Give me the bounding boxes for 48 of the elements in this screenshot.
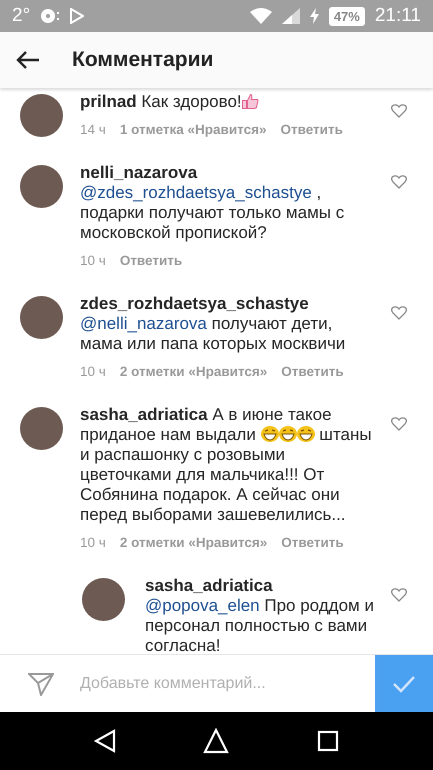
temperature: 2°	[12, 5, 30, 27]
mention-link[interactable]: @nelli_nazarova	[80, 314, 207, 333]
disc-icon	[40, 8, 60, 24]
comment-text: zdes_rozhdaetsya_schastye @nelli_nazarova получают дети, мама или папа которых москвичи	[80, 294, 346, 354]
avatar[interactable]	[82, 578, 125, 621]
avatar[interactable]	[20, 94, 63, 137]
thumbs-up-icon	[242, 94, 259, 109]
home-icon[interactable]	[203, 728, 230, 754]
comment-input[interactable]: Добавьте комментарий...	[78, 674, 375, 694]
laughing-emoji-icon	[296, 426, 315, 442]
play-store-icon	[70, 8, 84, 24]
signal-icon	[282, 8, 300, 24]
reply-link[interactable]: Ответить	[281, 535, 344, 550]
likes-count[interactable]: 1 отметка «Нравится»	[120, 122, 266, 137]
heart-icon[interactable]	[391, 588, 407, 602]
clock: 21:11	[374, 5, 421, 27]
mention-link[interactable]: @zdes_rozhdaetsya_schastye	[80, 183, 312, 202]
laughing-emoji-icon	[278, 426, 297, 442]
avatar[interactable]	[20, 407, 63, 450]
laughing-emoji-icon	[260, 426, 279, 442]
check-icon	[392, 674, 416, 692]
heart-icon[interactable]	[391, 104, 407, 118]
comment-text: prilnad Как здорово!	[80, 92, 377, 112]
comment-time: 10 ч	[80, 364, 106, 379]
comment-time: 14 ч	[80, 122, 106, 137]
heart-icon[interactable]	[391, 306, 407, 320]
reply-link[interactable]: Ответить	[280, 122, 343, 137]
page-title: Комментарии	[72, 48, 214, 72]
comment-time: 10 ч	[80, 253, 106, 268]
wifi-icon	[250, 8, 272, 24]
avatar[interactable]	[20, 165, 63, 208]
avatar[interactable]	[20, 296, 63, 339]
likes-count[interactable]: 2 отметки «Нравится»	[120, 364, 268, 379]
heart-icon[interactable]	[391, 175, 407, 189]
comment-text: sasha_adriatica @popova_elen Про роддом и персонал полностью с вами согласна!	[145, 576, 375, 654]
likes-count[interactable]: 2 отметки «Нравится»	[120, 535, 268, 550]
back-nav-icon[interactable]	[94, 729, 116, 753]
heart-icon[interactable]	[391, 417, 407, 431]
comment-text: sasha_adriatica А в июне такое приданое нам выдали штаны и распашонку с розовыми цветочками для мальчика!!! От Собянина подарок. А сейчас они перед выборами зашевелились...	[80, 405, 373, 525]
comment-text: nelli_nazarova @zdes_rozhdaetsya_schastye , подарки получают только мамы с московской пропиской?	[80, 163, 346, 243]
charging-icon	[310, 8, 319, 24]
mention-link[interactable]: @popova_elen	[145, 596, 260, 615]
battery-indicator: 47%	[328, 6, 365, 26]
reply-link[interactable]: Ответить	[120, 253, 182, 268]
recents-icon[interactable]	[317, 730, 340, 752]
comment-time: 10 ч	[80, 535, 106, 550]
reply-link[interactable]: Ответить	[281, 364, 344, 379]
send-icon[interactable]	[28, 672, 54, 696]
